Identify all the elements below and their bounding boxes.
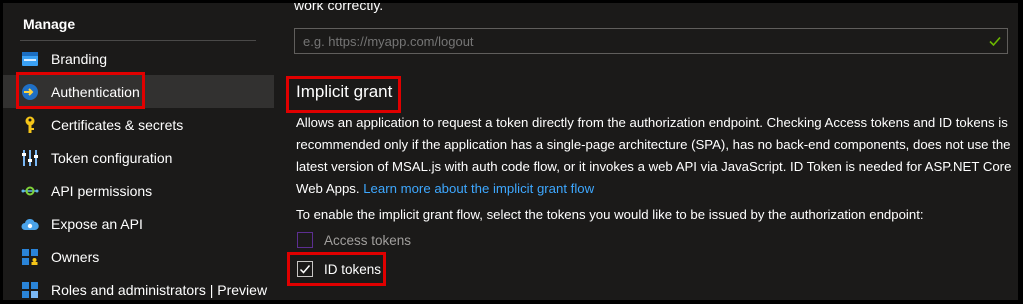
sidebar-item-label: Authentication: [51, 83, 140, 100]
sidebar-item-api-permissions[interactable]: API permissions: [3, 174, 274, 207]
section-title: Implicit grant: [296, 82, 393, 101]
sidebar-item-label: Token configuration: [51, 149, 173, 166]
instruction-text: To enable the implicit grant flow, selec…: [296, 207, 924, 222]
sidebar-item-roles-administrators[interactable]: Roles and administrators | Preview: [3, 273, 274, 300]
divider: [20, 40, 256, 41]
sidebar-item-label: Expose an API: [51, 215, 143, 232]
sidebar-item-label: API permissions: [51, 182, 153, 199]
sidebar-item-token-configuration[interactable]: Token configuration: [3, 141, 274, 174]
sidebar-item-owners[interactable]: Owners: [3, 240, 274, 273]
sidebar-item-label: Certificates & secrets: [51, 116, 184, 133]
owners-icon: [21, 248, 39, 266]
sidebar: Manage Branding Authentication Certifica…: [3, 3, 274, 300]
truncated-text: work correctly.: [294, 3, 384, 13]
logout-url-input[interactable]: [294, 28, 1008, 54]
sidebar-item-branding[interactable]: Branding: [3, 42, 274, 75]
id-tokens-checkbox-row[interactable]: ID tokens: [297, 259, 381, 279]
sidebar-item-expose-api[interactable]: Expose an API: [3, 207, 274, 240]
sidebar-item-authentication[interactable]: Authentication: [3, 75, 274, 108]
app-frame: Manage Branding Authentication Certifica…: [3, 3, 1018, 300]
access-tokens-checkbox[interactable]: [297, 232, 313, 248]
valid-check-icon: [988, 34, 1002, 48]
key-icon: [21, 116, 39, 134]
learn-more-link[interactable]: Learn more about the implicit grant flow: [363, 181, 594, 196]
sidebar-item-certificates[interactable]: Certificates & secrets: [3, 108, 274, 141]
cloud-icon: [21, 215, 39, 233]
checkmark-icon: [299, 265, 311, 274]
sidebar-section-title: Manage: [23, 16, 76, 32]
token-config-icon: [21, 149, 39, 167]
access-tokens-checkbox-row[interactable]: Access tokens: [297, 230, 411, 250]
main-content: work correctly. Implicit grant Allows an…: [275, 3, 1018, 300]
sidebar-item-label: Roles and administrators | Preview: [51, 281, 268, 298]
implicit-grant-description: Allows an application to request a token…: [296, 112, 1018, 200]
authentication-icon: [21, 83, 39, 101]
api-permissions-icon: [21, 182, 39, 200]
sidebar-item-label: Branding: [51, 50, 108, 67]
access-tokens-label: Access tokens: [324, 232, 412, 248]
branding-icon: [21, 50, 39, 68]
id-tokens-checkbox[interactable]: [297, 261, 313, 277]
sidebar-item-label: Owners: [51, 248, 100, 265]
id-tokens-label: ID tokens: [324, 261, 382, 277]
roles-icon: [21, 281, 39, 299]
